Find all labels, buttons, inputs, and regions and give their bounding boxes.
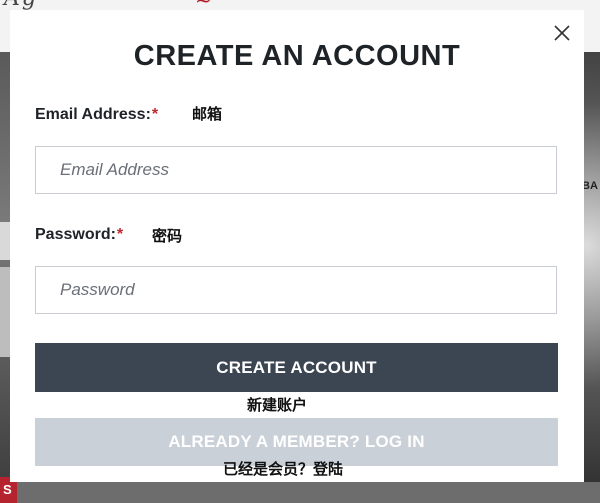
password-label: Password:* (35, 226, 123, 244)
password-annotation: 密码 (152, 227, 183, 245)
required-marker: * (116, 226, 124, 243)
create-account-button-label: CREATE ACCOUNT (216, 357, 377, 377)
email-annotation: 邮箱 (192, 105, 223, 123)
modal-title: CREATE AN ACCOUNT (133, 40, 461, 72)
email-label-text: Email Address: (35, 106, 151, 123)
email-label: Email Address:* (35, 106, 158, 124)
login-button-label: ALREADY A MEMBER? LOG IN (168, 432, 425, 451)
login-annotation: 已经是会员？登陆 (223, 460, 344, 478)
create-account-annotation: 新建账户 (247, 396, 308, 414)
email-input[interactable] (35, 146, 557, 194)
background-label: BA (582, 180, 598, 192)
password-input[interactable] (35, 266, 557, 314)
create-account-modal: CREATE AN ACCOUNT Email Address:* 邮箱 Pas… (10, 10, 584, 482)
required-marker: * (151, 106, 159, 123)
password-label-text: Password: (35, 226, 116, 243)
create-account-button[interactable]: CREATE ACCOUNT (35, 343, 558, 392)
